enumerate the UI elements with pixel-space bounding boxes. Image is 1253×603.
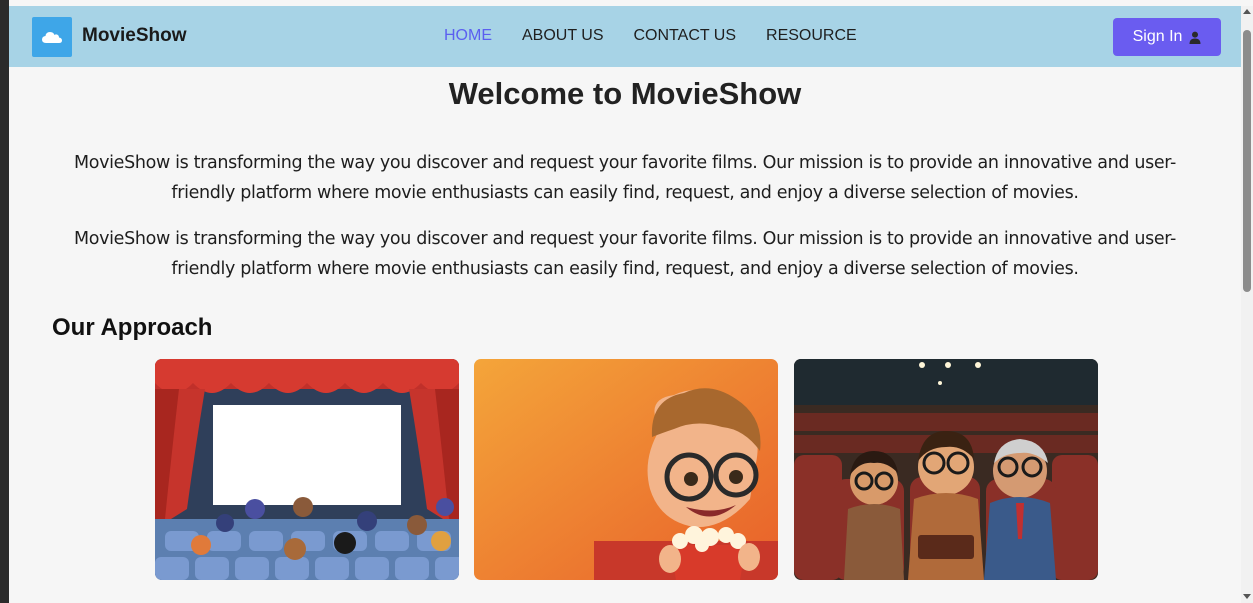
scroll-up-arrow-icon[interactable] [1243,9,1251,14]
page-title: Welcome to MovieShow [448,76,802,111]
nav-link-home[interactable]: HOME [444,27,492,45]
scrollbar-thumb[interactable] [1243,30,1251,292]
nav-links: HOME ABOUT US CONTACT US RESOURCE [444,27,857,45]
approach-image-cinema-family [794,359,1098,580]
scroll-down-arrow-icon[interactable] [1243,594,1251,599]
window-edge [0,0,9,603]
user-icon [1189,31,1201,44]
approach-image-theater [155,359,459,580]
vertical-scrollbar[interactable] [1241,6,1253,603]
sign-in-button[interactable]: Sign In [1113,18,1221,56]
navbar: MovieShow HOME ABOUT US CONTACT US RESOU… [9,6,1241,67]
approach-image-popcorn-boy [474,359,778,580]
nav-link-contact-us[interactable]: CONTACT US [634,27,737,45]
page: MovieShow HOME ABOUT US CONTACT US RESOU… [9,6,1241,603]
logo[interactable] [32,17,72,57]
cloud-icon [42,32,62,43]
intro-paragraph-2: MovieShow is transforming the way you di… [74,229,1176,279]
sign-in-label: Sign In [1132,28,1183,45]
browser-frame: MovieShow HOME ABOUT US CONTACT US RESOU… [0,0,1253,603]
intro-paragraph-1: MovieShow is transforming the way you di… [74,153,1176,203]
nav-link-about-us[interactable]: ABOUT US [522,27,604,45]
nav-link-resource[interactable]: RESOURCE [766,27,857,45]
brand-name[interactable]: MovieShow [82,25,187,47]
section-title: Our Approach [52,314,213,341]
